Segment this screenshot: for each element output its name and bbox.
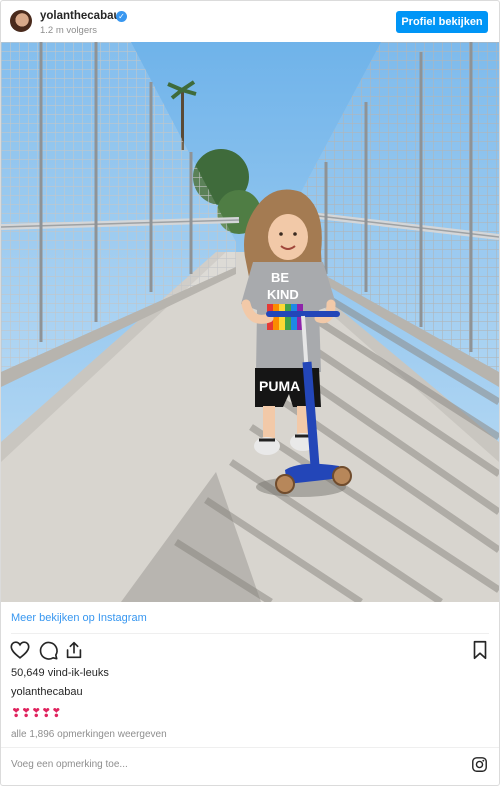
post-photo[interactable]: BE KIND PUMA xyxy=(1,42,499,602)
shirt-print-kind: KIND xyxy=(267,287,299,302)
avatar[interactable] xyxy=(10,10,32,32)
view-all-comments-link[interactable]: alle 1,896 opmerkingen weergeven xyxy=(11,729,167,740)
view-more-on-instagram-link[interactable]: Meer bekijken op Instagram xyxy=(11,612,147,624)
divider xyxy=(11,633,489,634)
instagram-logo-icon[interactable] xyxy=(471,756,488,773)
instagram-embed-card: yolanthecabau ✓ 1.2 m volgers Profiel be… xyxy=(0,0,500,786)
divider xyxy=(1,747,499,748)
username-link[interactable]: yolanthecabau xyxy=(40,10,121,22)
view-profile-button[interactable]: Profiel bekijken xyxy=(396,11,488,33)
add-comment-input[interactable] xyxy=(11,755,431,773)
like-count[interactable]: 50,649 vind-ik-leuks xyxy=(11,667,109,679)
share-icon[interactable] xyxy=(63,639,85,661)
verified-badge-icon: ✓ xyxy=(116,11,127,22)
caption-text: ❣❣❣❣❣ xyxy=(11,706,62,720)
caption-username[interactable]: yolanthecabau xyxy=(11,686,83,698)
photo-illustration: BE KIND PUMA xyxy=(1,42,499,602)
bookmark-icon[interactable] xyxy=(469,639,491,661)
post-header: yolanthecabau ✓ 1.2 m volgers Profiel be… xyxy=(1,1,499,42)
comment-icon[interactable] xyxy=(37,639,59,661)
shorts-print: PUMA xyxy=(259,378,300,394)
shirt-print-be: BE xyxy=(271,270,289,285)
post-actions-bar xyxy=(1,639,499,665)
heart-icon[interactable] xyxy=(9,639,31,661)
follower-count: 1.2 m volgers xyxy=(40,25,98,36)
